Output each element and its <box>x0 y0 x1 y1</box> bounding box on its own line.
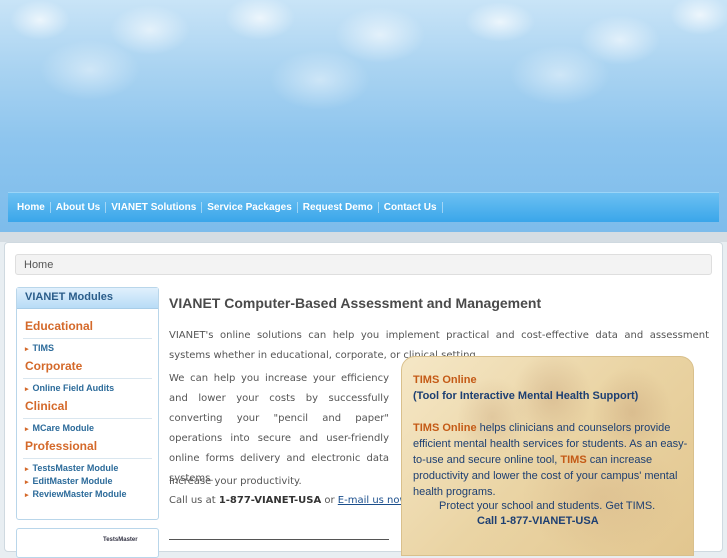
sidebar-item-reviewmaster-module[interactable]: ▸ ReviewMaster Module <box>17 489 158 499</box>
tims-subtitle: (Tool for Interactive Mental Health Supp… <box>413 390 639 402</box>
main-navigation: Home About Us VIANET Solutions Service P… <box>8 192 719 222</box>
header-divider-band <box>0 232 727 242</box>
sidebar-item-label: ReviewMaster Module <box>32 489 127 499</box>
sidebar-item-label: MCare Module <box>32 423 95 433</box>
category-corporate: Corporate <box>25 359 83 373</box>
call-us-line: Call us at 1-877-VIANET-USA or E-mail us… <box>169 491 410 511</box>
sidebar-item-editmaster-module[interactable]: ▸ EditMaster Module <box>17 476 158 486</box>
sidebar-item-tims[interactable]: ▸ TIMS <box>17 343 158 353</box>
sidebar-item-label: TIMS <box>32 343 55 353</box>
divider <box>23 458 152 459</box>
tims-highlight: TIMS Online <box>413 422 477 434</box>
phone-number: 1-877-VIANET-USA <box>218 495 322 506</box>
category-clinical: Clinical <box>25 399 68 413</box>
content-divider <box>169 539 389 540</box>
tims-highlight: TIMS <box>560 454 587 466</box>
sidebar-modules: VIANET Modules Educational ▸ TIMS Corpora… <box>16 287 159 520</box>
nav-request-demo[interactable]: Request Demo <box>298 202 379 213</box>
sidebar-item-online-field-audits[interactable]: ▸ Online Field Audits <box>17 383 158 393</box>
category-professional: Professional <box>25 439 98 453</box>
arrow-right-icon: ▸ <box>25 479 29 486</box>
testsmaster-logo-text: TestsMaster <box>103 537 138 543</box>
divider <box>23 378 152 379</box>
help-paragraph: We can help you increase your efficiency… <box>169 373 389 484</box>
nav-contact-us[interactable]: Contact Us <box>379 202 443 213</box>
divider <box>23 338 152 339</box>
arrow-right-icon: ▸ <box>25 346 29 353</box>
tims-tagline: Protect your school and students. Get TI… <box>439 500 656 512</box>
email-link[interactable]: E-mail us now. <box>338 495 410 506</box>
productivity-text: Increase your productivity. <box>169 476 302 487</box>
sidebar-item-label: EditMaster Module <box>32 476 113 486</box>
or-text: or <box>324 495 335 506</box>
nav-service-packages[interactable]: Service Packages <box>202 202 298 213</box>
testsmaster-promo[interactable]: TestsMaster <box>16 528 159 558</box>
arrow-right-icon: ▸ <box>25 492 29 499</box>
tims-online-promo[interactable]: TIMS Online (Tool for Interactive Mental… <box>401 356 694 556</box>
sidebar-item-testsmaster-module[interactable]: ▸ TestsMaster Module <box>17 463 158 473</box>
arrow-right-icon: ▸ <box>25 466 29 473</box>
nav-vianet-solutions[interactable]: VIANET Solutions <box>106 202 203 213</box>
tims-description: TIMS Online helps clinicians and counsel… <box>413 420 688 500</box>
arrow-right-icon: ▸ <box>25 426 29 433</box>
sidebar-title: VIANET Modules <box>17 288 158 309</box>
call-us-prefix: Call us at <box>169 495 216 506</box>
nav-home[interactable]: Home <box>12 202 51 213</box>
banner-decoration <box>0 0 727 120</box>
tims-phone: Call 1-877-VIANET-USA <box>477 515 599 527</box>
breadcrumb-home[interactable]: Home <box>24 259 53 271</box>
category-educational: Educational <box>25 319 94 333</box>
divider <box>23 418 152 419</box>
sidebar-item-mcare-module[interactable]: ▸ MCare Module <box>17 423 158 433</box>
page-title: VIANET Computer-Based Assessment and Man… <box>169 295 542 311</box>
breadcrumb: Home <box>15 254 712 275</box>
tims-title: TIMS Online <box>413 374 477 386</box>
nav-about-us[interactable]: About Us <box>51 202 107 213</box>
sidebar-item-label: TestsMaster Module <box>32 463 119 473</box>
sidebar-item-label: Online Field Audits <box>32 383 115 393</box>
arrow-right-icon: ▸ <box>25 386 29 393</box>
